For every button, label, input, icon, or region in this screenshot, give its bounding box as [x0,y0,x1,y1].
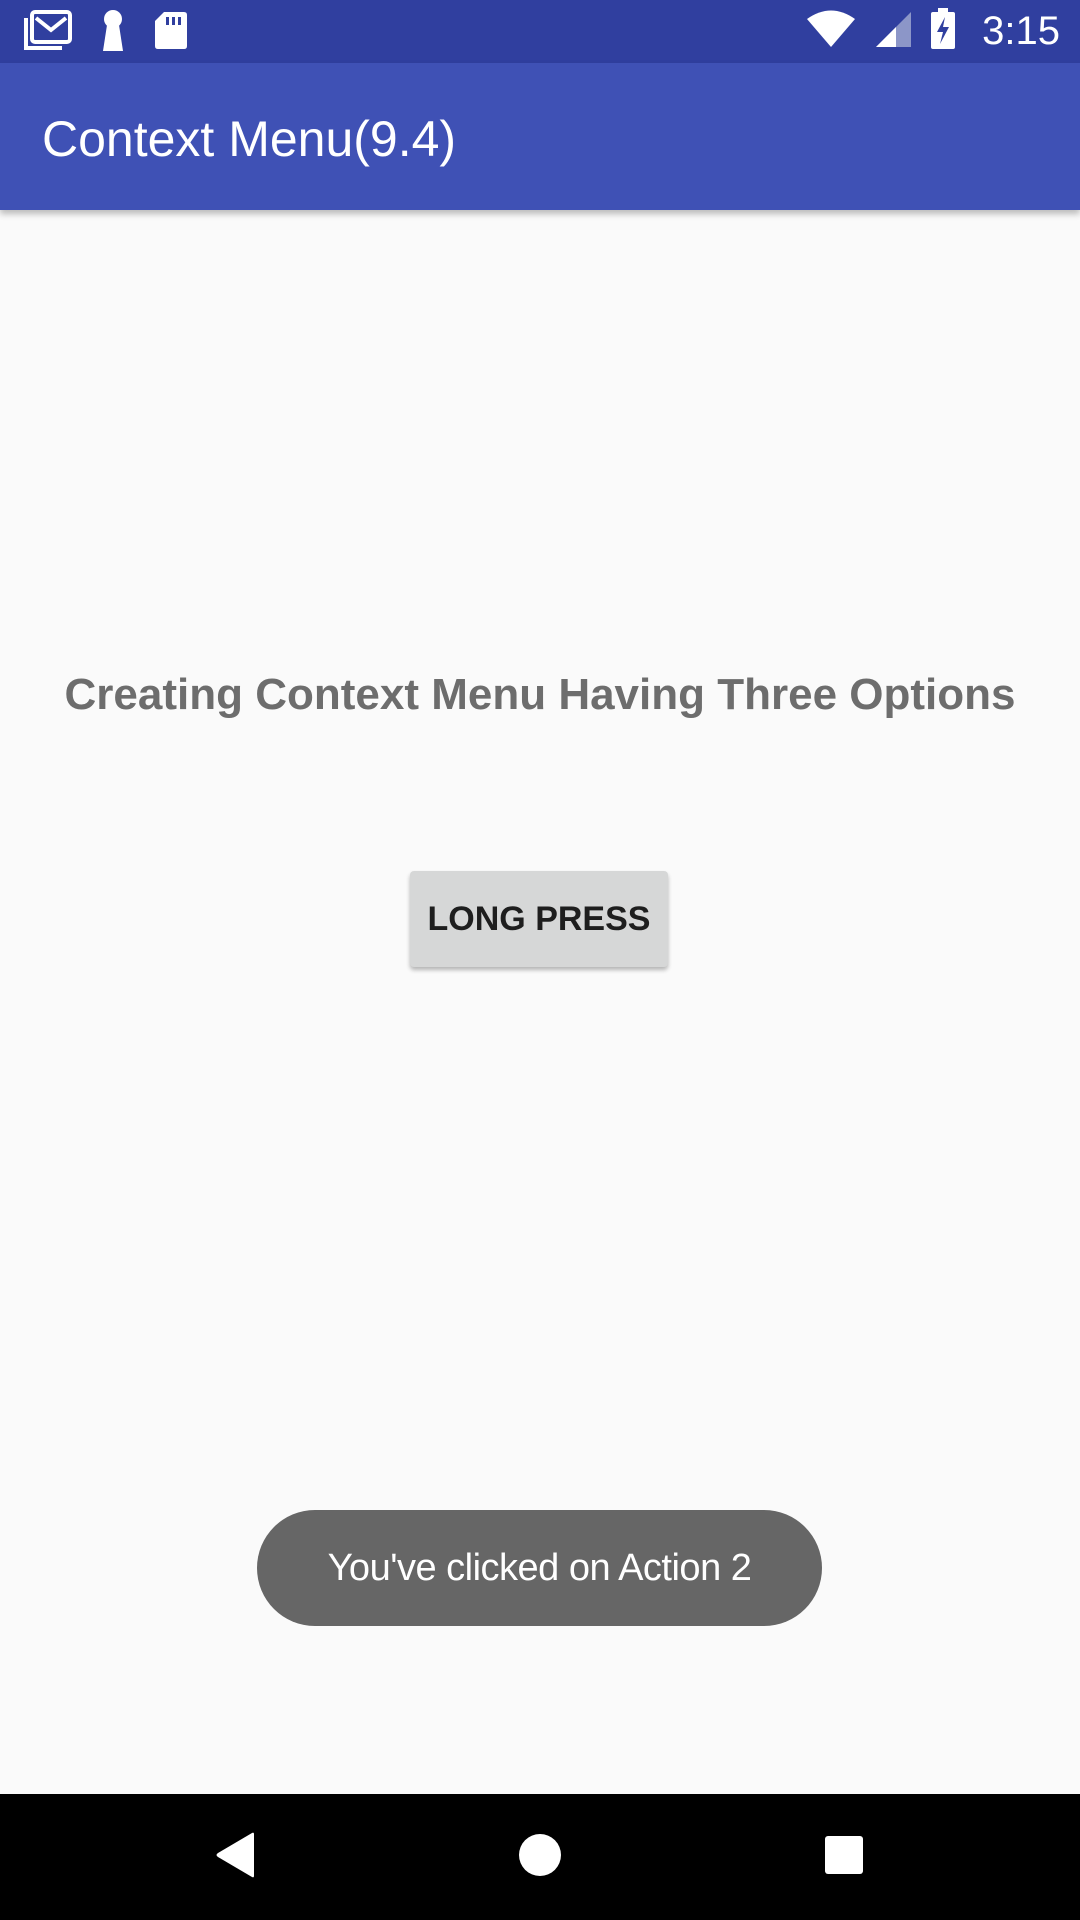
back-button[interactable] [196,1817,276,1897]
home-icon [518,1833,562,1882]
long-press-button[interactable]: LONG PRESS [410,871,668,967]
system-icons: 3:15 [806,6,1060,56]
toast-message: You've clicked on Action 2 [327,1546,752,1589]
gmail-icon [24,9,72,55]
navigation-bar [0,1794,1080,1920]
home-button[interactable] [500,1817,580,1897]
toast: You've clicked on Action 2 [257,1510,822,1626]
keyhole-icon [100,9,126,56]
wifi-icon [806,10,856,53]
app-title: Context Menu(9.4) [42,111,457,167]
status-time: 3:15 [982,9,1060,53]
notification-icons [24,9,188,56]
recents-icon [824,1835,864,1880]
app-bar: Context Menu(9.4) [0,63,1080,210]
status-bar: 3:15 [0,0,1080,63]
battery-charging-icon [930,7,956,55]
page-heading: Creating Context Menu Having Three Optio… [64,670,1016,719]
sd-card-icon [154,10,188,55]
cell-signal-icon [874,10,912,53]
back-icon [214,1831,258,1884]
recents-button[interactable] [804,1817,884,1897]
